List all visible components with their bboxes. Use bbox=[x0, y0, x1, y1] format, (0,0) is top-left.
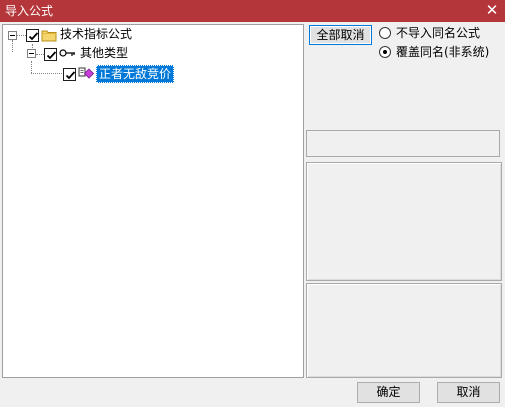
info-bar bbox=[306, 130, 500, 157]
formula-tree[interactable]: 技术指标公式 其他类型 正者无敌竞价 bbox=[2, 24, 304, 378]
tree-node-leaf[interactable]: 正者无敌竞价 bbox=[96, 65, 175, 83]
tree-connector bbox=[31, 61, 32, 73]
skip-duplicates-radio[interactable] bbox=[379, 27, 391, 39]
leaf-checkbox[interactable] bbox=[63, 68, 76, 81]
tree-connector bbox=[12, 40, 13, 52]
title-bar: 导入公式 ✕ bbox=[0, 0, 505, 22]
preview-panel-bottom bbox=[306, 283, 502, 378]
tree-node-child[interactable]: 其他类型 bbox=[80, 45, 128, 61]
tree-connector bbox=[31, 73, 62, 74]
preview-panel-top bbox=[306, 162, 502, 281]
ok-button[interactable]: 确定 bbox=[357, 382, 420, 403]
root-checkbox[interactable] bbox=[26, 29, 39, 42]
key-icon bbox=[59, 47, 76, 62]
formula-icon bbox=[78, 66, 95, 83]
child-checkbox[interactable] bbox=[44, 48, 57, 61]
skip-duplicates-label: 不导入同名公式 bbox=[396, 26, 481, 40]
overwrite-radio[interactable] bbox=[379, 46, 391, 58]
close-icon[interactable]: ✕ bbox=[485, 2, 499, 18]
cancel-button[interactable]: 取消 bbox=[437, 382, 500, 403]
window-title: 导入公式 bbox=[5, 4, 54, 18]
overwrite-label: 覆盖同名(非系统) bbox=[396, 45, 490, 59]
folder-icon bbox=[41, 28, 57, 45]
tree-connector bbox=[36, 54, 44, 55]
tree-connector bbox=[17, 35, 26, 36]
skip-duplicates-option[interactable]: 不导入同名公式 bbox=[379, 25, 499, 41]
deselect-all-button[interactable]: 全部取消 bbox=[309, 25, 372, 45]
tree-node-root[interactable]: 技术指标公式 bbox=[60, 26, 132, 42]
overwrite-option[interactable]: 覆盖同名(非系统) bbox=[379, 44, 503, 60]
collapse-root-toggle[interactable] bbox=[8, 31, 17, 40]
collapse-child-toggle[interactable] bbox=[27, 49, 36, 58]
